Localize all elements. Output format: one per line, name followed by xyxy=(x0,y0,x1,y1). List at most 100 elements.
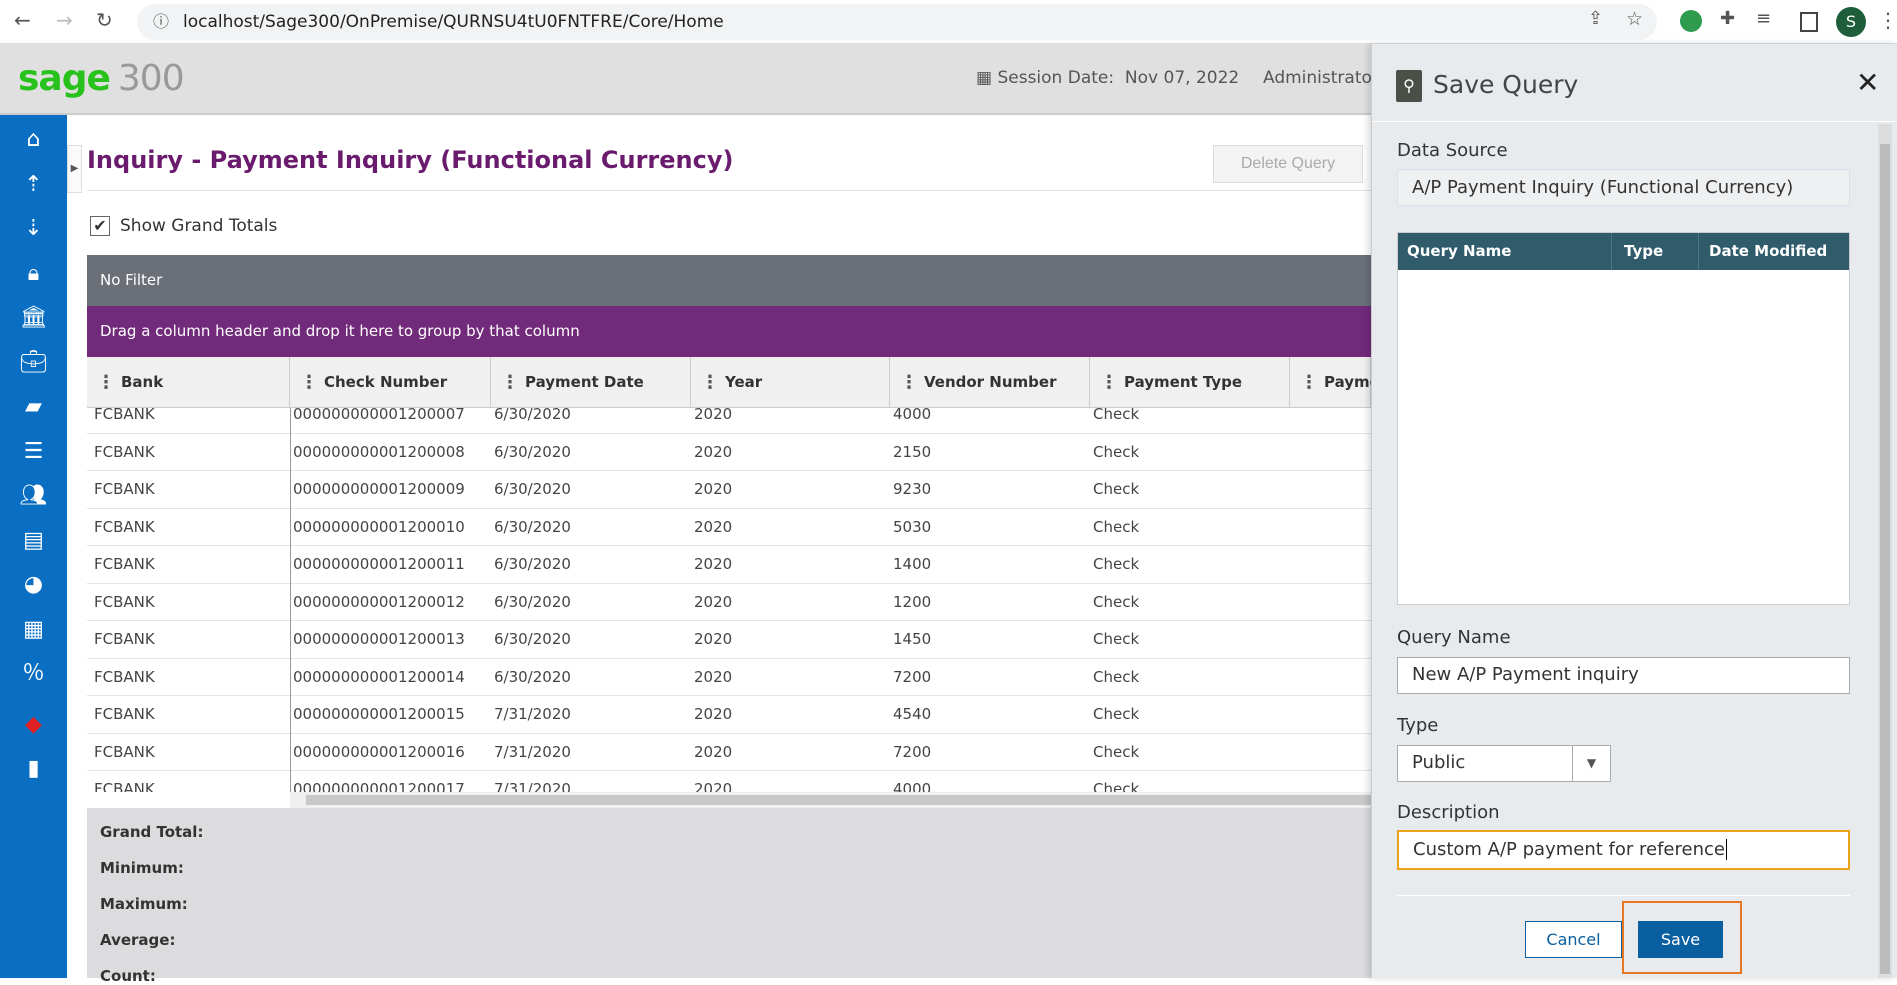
query-list: Query Name Type Date Modified xyxy=(1397,232,1850,605)
column-menu-icon[interactable]: ⋮ xyxy=(300,357,318,408)
column-header[interactable]: ⋮ Payment Type xyxy=(1090,357,1290,408)
table-row[interactable]: FCBANK 000000000001200013 6/30/2020 2020 145… xyxy=(87,621,1371,659)
show-grand-totals[interactable]: ✔ Show Grand Totals xyxy=(90,216,277,236)
column-header[interactable]: ⋮ Year xyxy=(691,357,890,408)
table-cell: 000000000001200009 xyxy=(293,480,465,498)
horizontal-scrollbar[interactable] xyxy=(290,792,1371,808)
table-cell: 2020 xyxy=(694,705,733,723)
bar-chart-icon[interactable]: ▮ xyxy=(0,751,67,787)
table-cell: 4000 xyxy=(893,408,932,423)
address-bar[interactable]: ⓘ localhost/Sage300/OnPremise/QURNSU4tU0F… xyxy=(137,4,1657,40)
reload-icon[interactable]: ↻ xyxy=(96,8,113,32)
back-icon[interactable]: ← xyxy=(14,8,31,32)
table-cell: 000000000001200017 xyxy=(293,780,465,792)
column-menu-icon[interactable]: ⋮ xyxy=(900,357,918,408)
table-cell: 6/30/2020 xyxy=(494,667,571,686)
chevron-down-icon[interactable]: ▼ xyxy=(1572,746,1610,781)
col-type[interactable]: Type xyxy=(1611,233,1663,270)
total-label: Average: xyxy=(100,931,176,949)
description-input[interactable]: Custom A/P payment for reference xyxy=(1397,830,1850,870)
extension-icon[interactable] xyxy=(1680,10,1702,32)
briefcase-icon[interactable]: 💼︎ xyxy=(0,345,67,381)
puzzle-icon[interactable]: ✚ xyxy=(1720,8,1735,29)
close-icon[interactable]: ✕ xyxy=(1856,66,1879,99)
table-cell: 2020 xyxy=(694,442,733,461)
table-row[interactable]: FCBANK 000000000001200015 7/31/2020 2020 454… xyxy=(87,696,1371,734)
column-header[interactable]: ⋮ Payment Date xyxy=(491,357,691,408)
app-logo-icon[interactable]: ◆ xyxy=(0,707,67,743)
delete-query-button[interactable]: Delete Query xyxy=(1213,145,1363,183)
table-cell: 4540 xyxy=(893,705,932,723)
forward-icon[interactable]: → xyxy=(56,8,73,32)
column-menu-icon[interactable]: ⋮ xyxy=(701,357,719,408)
users-icon[interactable]: 👥︎ xyxy=(0,478,67,514)
group-by-area[interactable]: Drag a column header and drop it here to… xyxy=(87,306,1371,357)
table-row[interactable]: FCBANK 000000000001200012 6/30/2020 2020 120… xyxy=(87,584,1371,621)
column-header-label: Payment Date xyxy=(525,373,644,391)
sage-logo[interactable]: sage 300 xyxy=(18,58,185,99)
table-cell: 000000000001200015 xyxy=(293,705,465,723)
user-name[interactable]: Administrator xyxy=(1263,68,1379,88)
checkbox[interactable]: ✔ xyxy=(90,216,110,236)
expand-toggle[interactable]: ▶ xyxy=(67,145,82,193)
sidebar: ⌂ ⇡ ⇣ 🔒︎ 🏛︎ 💼︎ ▰ ☰ 👥︎ ▤ ◕ ▦ ％ ◆ ▮ xyxy=(0,115,67,978)
table-cell: 000000000001200013 xyxy=(293,630,465,648)
bank-icon[interactable]: 🏛︎ xyxy=(0,300,67,336)
query-document-icon: ⚲ xyxy=(1396,70,1422,102)
table-row[interactable]: FCBANK 000000000001200010 6/30/2020 2020 503… xyxy=(87,509,1371,546)
table-cell: 9230 xyxy=(893,480,932,498)
table-cell: 2020 xyxy=(694,592,733,611)
table-cell: 2020 xyxy=(694,667,733,686)
column-header[interactable]: ⋮ Vendor Number xyxy=(890,357,1090,408)
vertical-scrollbar[interactable] xyxy=(1878,124,1892,978)
column-menu-icon[interactable]: ⋮ xyxy=(1100,357,1118,408)
menu-icon[interactable]: ⋮ xyxy=(1878,8,1897,32)
table-row[interactable]: FCBANK 000000000001200007 6/30/2020 2020 400… xyxy=(87,408,1371,434)
avatar[interactable]: S xyxy=(1836,7,1866,37)
query-list-header: Query Name Type Date Modified xyxy=(1398,233,1849,270)
query-name-input[interactable]: New A/P Payment inquiry xyxy=(1397,657,1850,694)
home-icon[interactable]: ⌂ xyxy=(0,122,67,158)
column-header[interactable]: ⋮ Check Number xyxy=(290,357,491,408)
frozen-column-divider xyxy=(290,408,291,792)
pie-chart-icon[interactable]: ◕ xyxy=(0,567,67,603)
table-cell: 2020 xyxy=(694,480,733,498)
table-row[interactable]: FCBANK 000000000001200016 7/31/2020 2020 720… xyxy=(87,734,1371,771)
sidepanel-icon[interactable] xyxy=(1800,12,1818,32)
table-cell: 6/30/2020 xyxy=(494,630,571,648)
cancel-button[interactable]: Cancel xyxy=(1525,921,1622,958)
column-menu-icon[interactable]: ⋮ xyxy=(501,357,519,408)
save-button[interactable]: Save xyxy=(1638,921,1723,958)
folder-icon[interactable]: ▰ xyxy=(0,389,67,425)
type-select[interactable]: Public ▼ xyxy=(1397,745,1611,782)
star-icon[interactable]: ☆ xyxy=(1626,8,1643,30)
percent-icon[interactable]: ％ xyxy=(0,656,67,692)
server-icon[interactable]: ☰ xyxy=(0,434,67,470)
table-cell: FCBANK xyxy=(94,667,155,686)
session-date[interactable]: ▦ Session Date: Nov 07, 2022 xyxy=(976,68,1239,88)
document-icon[interactable]: ▤ xyxy=(0,523,67,559)
col-query-name[interactable]: Query Name xyxy=(1407,233,1511,270)
column-menu-icon[interactable]: ⋮ xyxy=(97,357,115,408)
filter-bar[interactable]: No Filter xyxy=(87,255,1371,306)
transactions-out-icon[interactable]: ⇣ xyxy=(0,211,67,247)
column-header[interactable]: ⋮ Payme xyxy=(1290,357,1380,408)
table-row[interactable]: FCBANK 000000000001200017 7/31/2020 2020 400… xyxy=(87,771,1371,792)
spreadsheet-icon[interactable]: ▦ xyxy=(0,612,67,648)
table-cell: Check xyxy=(1093,742,1140,761)
lock-icon[interactable]: 🔒︎ xyxy=(0,256,67,292)
table-row[interactable]: FCBANK 000000000001200011 6/30/2020 2020 140… xyxy=(87,546,1371,584)
table-row[interactable]: FCBANK 000000000001200009 6/30/2020 2020 923… xyxy=(87,471,1371,509)
table-cell: FCBANK xyxy=(94,780,155,792)
media-icon[interactable]: ≡ xyxy=(1756,8,1771,29)
col-date-modified[interactable]: Date Modified xyxy=(1698,233,1827,270)
table-row[interactable]: FCBANK 000000000001200008 6/30/2020 2020 215… xyxy=(87,434,1371,471)
table-row[interactable]: FCBANK 000000000001200014 6/30/2020 2020 720… xyxy=(87,659,1371,696)
column-menu-icon[interactable]: ⋮ xyxy=(1300,357,1318,408)
table-cell: FCBANK xyxy=(94,480,155,498)
column-header-label: Bank xyxy=(121,373,164,391)
share-icon[interactable]: ⇪ xyxy=(1588,8,1603,29)
transactions-in-icon[interactable]: ⇡ xyxy=(0,167,67,203)
info-icon: ⓘ xyxy=(153,12,170,31)
column-header[interactable]: ⋮ Bank xyxy=(87,357,290,408)
